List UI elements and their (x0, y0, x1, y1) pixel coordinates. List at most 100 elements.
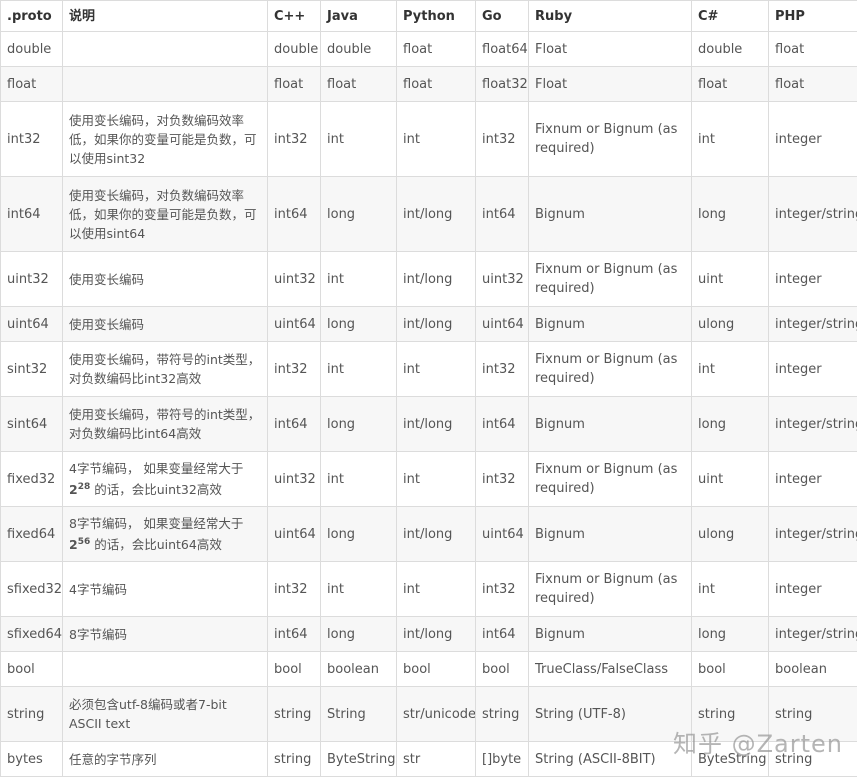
cell-cpp: uint64 (268, 507, 321, 562)
cell-cpp: string (268, 687, 321, 742)
power-base: 2 (69, 482, 78, 497)
cell-python: int/long (397, 252, 476, 307)
cell-csharp: int (692, 102, 769, 177)
cell-ruby: Fixnum or Bignum (as required) (529, 342, 692, 397)
col-csharp-header: C# (692, 1, 769, 32)
cell-cpp: double (268, 32, 321, 67)
cell-ruby: Fixnum or Bignum (as required) (529, 452, 692, 507)
desc-text: 8字节编码， 如果变量经常大于 (69, 516, 243, 531)
cell-proto: uint32 (1, 252, 63, 307)
cell-java: long (321, 617, 397, 652)
cell-java: int (321, 452, 397, 507)
cell-cpp: int32 (268, 102, 321, 177)
cell-desc: 使用变长编码，带符号的int类型，对负数编码比int32高效 (63, 342, 268, 397)
cell-desc: 任意的字节序列 (63, 742, 268, 777)
cell-csharp: ByteString (692, 742, 769, 777)
table-row: bytes 任意的字节序列 string ByteString str []by… (1, 742, 857, 777)
cell-python: int (397, 452, 476, 507)
table-row: uint32 使用变长编码 uint32 int int/long uint32… (1, 252, 857, 307)
cell-php: integer (769, 562, 857, 617)
cell-php: integer (769, 252, 857, 307)
cell-php: boolean (769, 652, 857, 687)
cell-csharp: double (692, 32, 769, 67)
cell-desc: 使用变长编码 (63, 307, 268, 342)
cell-cpp: int32 (268, 342, 321, 397)
col-proto-header: .proto (1, 1, 63, 32)
col-ruby-header: Ruby (529, 1, 692, 32)
cell-python: int/long (397, 307, 476, 342)
cell-php: integer (769, 102, 857, 177)
cell-python: float (397, 32, 476, 67)
table-row: float float float float float32 Float fl… (1, 67, 857, 102)
cell-php: integer/string (769, 617, 857, 652)
cell-php: float (769, 67, 857, 102)
cell-desc (63, 652, 268, 687)
cell-java: String (321, 687, 397, 742)
table-row: sint32 使用变长编码，带符号的int类型，对负数编码比int32高效 in… (1, 342, 857, 397)
cell-python: int (397, 342, 476, 397)
cell-java: ByteString (321, 742, 397, 777)
table-row: sfixed32 4字节编码 int32 int int int32 Fixnu… (1, 562, 857, 617)
cell-php: integer (769, 342, 857, 397)
col-desc-header: 说明 (63, 1, 268, 32)
cell-proto: float (1, 67, 63, 102)
cell-desc: 使用变长编码，对负数编码效率低，如果你的变量可能是负数，可以使用sint64 (63, 177, 268, 252)
desc-text-tail: 的话，会比uint64高效 (90, 537, 222, 552)
cell-proto: uint64 (1, 307, 63, 342)
cell-desc: 使用变长编码，带符号的int类型，对负数编码比int64高效 (63, 397, 268, 452)
table-row: fixed32 4字节编码， 如果变量经常大于228 的话，会比uint32高效… (1, 452, 857, 507)
cell-python: int/long (397, 617, 476, 652)
cell-ruby: Fixnum or Bignum (as required) (529, 562, 692, 617)
cell-ruby: Float (529, 67, 692, 102)
cell-php: integer/string (769, 507, 857, 562)
cell-php: integer/string (769, 177, 857, 252)
cell-cpp: float (268, 67, 321, 102)
cell-desc: 必须包含utf-8编码或者7-bit ASCII text (63, 687, 268, 742)
cell-proto: sint32 (1, 342, 63, 397)
proto-type-table: .proto 说明 C++ Java Python Go Ruby C# PHP… (0, 0, 857, 777)
cell-java: int (321, 102, 397, 177)
table-row: uint64 使用变长编码 uint64 long int/long uint6… (1, 307, 857, 342)
cell-proto: fixed64 (1, 507, 63, 562)
cell-python: float (397, 67, 476, 102)
cell-go: int32 (476, 342, 529, 397)
cell-java: long (321, 397, 397, 452)
cell-csharp: float (692, 67, 769, 102)
cell-csharp: uint (692, 252, 769, 307)
cell-desc: 使用变长编码，对负数编码效率低，如果你的变量可能是负数，可以使用sint32 (63, 102, 268, 177)
cell-csharp: ulong (692, 307, 769, 342)
cell-proto: string (1, 687, 63, 742)
cell-csharp: bool (692, 652, 769, 687)
cell-proto: int32 (1, 102, 63, 177)
cell-php: integer/string (769, 397, 857, 452)
cell-go: int32 (476, 102, 529, 177)
cell-cpp: uint64 (268, 307, 321, 342)
cell-ruby: Float (529, 32, 692, 67)
cell-proto: sfixed64 (1, 617, 63, 652)
col-php-header: PHP (769, 1, 857, 32)
cell-ruby: Fixnum or Bignum (as required) (529, 102, 692, 177)
cell-csharp: string (692, 687, 769, 742)
cell-java: boolean (321, 652, 397, 687)
col-java-header: Java (321, 1, 397, 32)
cell-csharp: long (692, 617, 769, 652)
cell-csharp: ulong (692, 507, 769, 562)
table-row: double double double float float64 Float… (1, 32, 857, 67)
table-row: int64 使用变长编码，对负数编码效率低，如果你的变量可能是负数，可以使用si… (1, 177, 857, 252)
cell-go: float32 (476, 67, 529, 102)
col-cpp-header: C++ (268, 1, 321, 32)
power-exponent: 56 (78, 537, 91, 547)
col-python-header: Python (397, 1, 476, 32)
cell-go: []byte (476, 742, 529, 777)
cell-java: int (321, 562, 397, 617)
cell-go: int64 (476, 397, 529, 452)
cell-java: int (321, 252, 397, 307)
cell-ruby: Bignum (529, 617, 692, 652)
desc-text: 4字节编码， 如果变量经常大于 (69, 461, 243, 476)
cell-proto: sfixed32 (1, 562, 63, 617)
cell-go: uint32 (476, 252, 529, 307)
cell-desc: 4字节编码， 如果变量经常大于228 的话，会比uint32高效 (63, 452, 268, 507)
cell-java: long (321, 507, 397, 562)
table-row: string 必须包含utf-8编码或者7-bit ASCII text str… (1, 687, 857, 742)
cell-python: int (397, 562, 476, 617)
